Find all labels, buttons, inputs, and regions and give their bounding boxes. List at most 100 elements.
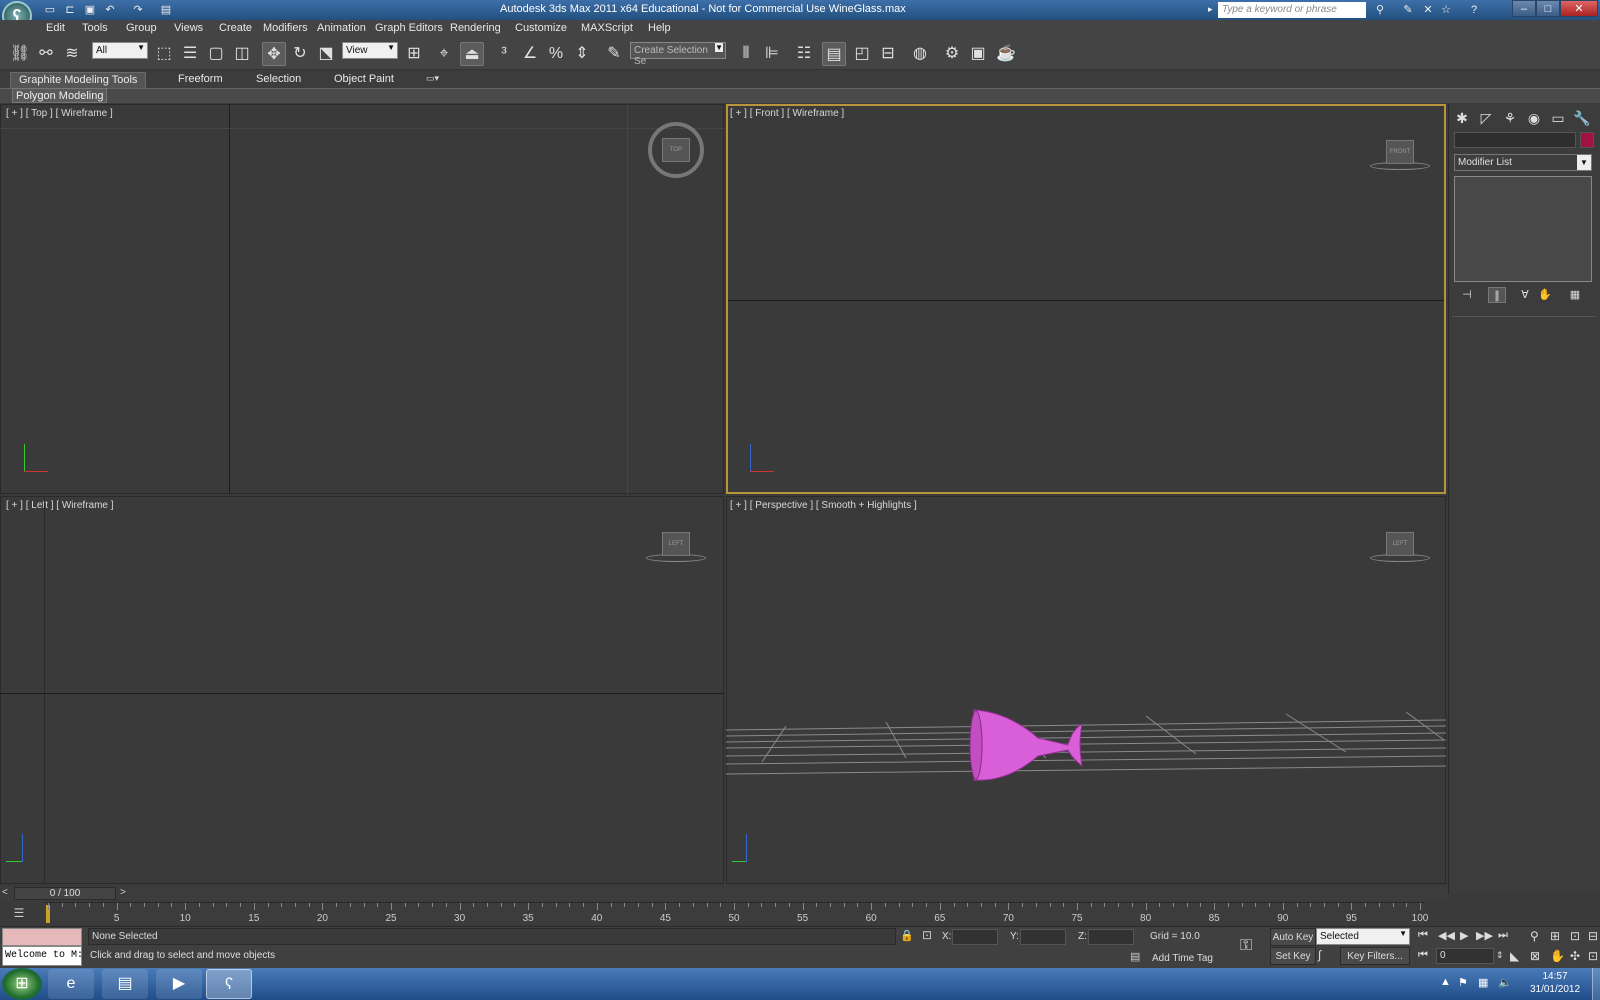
next-frame-icon[interactable]: > (120, 887, 126, 898)
make-unique-icon[interactable]: ∀ (1516, 287, 1534, 303)
menu-graph-editors[interactable]: Graph Editors (375, 22, 443, 34)
viewport-front[interactable] (726, 104, 1446, 494)
default-tangent-icon[interactable]: ∫ (1318, 948, 1321, 962)
named-selection-sets-dropdown[interactable]: Create Selection Se ▼ (630, 42, 726, 67)
bind-space-warp-icon[interactable]: ≋ (60, 42, 84, 66)
orbit-icon[interactable]: ✣ (1570, 949, 1580, 963)
spinner-snap-icon[interactable]: ⇕ (570, 42, 594, 66)
mirror-icon[interactable]: ⫴ (734, 42, 758, 66)
redo-icon[interactable]: ↷ (130, 2, 146, 18)
schematic-view-icon[interactable]: ⊟ (876, 42, 900, 66)
y-coordinate-field[interactable] (1020, 929, 1066, 945)
new-file-icon[interactable]: ▭ (42, 2, 58, 18)
front-viewcube[interactable]: FRONT (1386, 140, 1414, 164)
viewport-top-label[interactable]: [ + ] [ Top ] [ Wireframe ] (6, 108, 113, 119)
project-folder-icon[interactable]: ▤ (158, 2, 174, 18)
ribbon-options-icon[interactable]: ▭▾ (426, 73, 439, 84)
taskbar-clock[interactable]: 14:57 31/01/2012 (1520, 970, 1590, 996)
polygon-modeling-panel[interactable]: Polygon Modeling (12, 88, 108, 103)
time-slider[interactable]: 0 / 100 (14, 887, 116, 900)
zoom-icon[interactable]: ⚲ (1530, 929, 1539, 943)
window-crossing-icon[interactable]: ◫ (230, 42, 254, 66)
tab-selection[interactable]: Selection (248, 72, 309, 88)
viewport-perspective[interactable] (726, 496, 1446, 884)
utilities-tab-icon[interactable]: 🔧 (1572, 108, 1592, 128)
tab-object-paint[interactable]: Object Paint (326, 72, 402, 88)
menu-edit[interactable]: Edit (46, 22, 65, 34)
field-of-view-icon[interactable]: ◣ (1510, 949, 1519, 963)
play-icon[interactable]: ▶ (1460, 929, 1468, 942)
save-file-icon[interactable]: ▣ (82, 2, 98, 18)
action-center-flag-icon[interactable]: ⚑ (1458, 976, 1468, 989)
communication-center-icon[interactable]: ✕ (1420, 2, 1436, 18)
favorites-star-icon[interactable]: ☆ (1438, 2, 1454, 18)
track-bar[interactable]: 5 10 15 20 25 30 35 40 45 50 55 60 65 70 75 80 85 90 95 100 (44, 902, 1428, 924)
current-frame-field[interactable]: 0 (1436, 948, 1494, 964)
auto-key-button[interactable]: Auto Key (1270, 928, 1316, 946)
search-binoculars-icon[interactable]: ⚲ (1372, 2, 1388, 18)
curve-editor-icon[interactable]: ◰ (850, 42, 874, 66)
maximize-button[interactable]: □ (1536, 0, 1560, 17)
subscription-key-icon[interactable]: ✎ (1400, 2, 1416, 18)
graphite-toggle-icon[interactable]: ▤ (822, 42, 846, 66)
minimize-button[interactable]: – (1512, 0, 1536, 17)
next-key-icon[interactable]: ▶▶ (1476, 929, 1493, 942)
z-coordinate-field[interactable] (1088, 929, 1134, 945)
rendered-frame-window-icon[interactable]: ▣ (966, 42, 990, 66)
perspective-viewcube[interactable]: LEFT (1386, 532, 1414, 556)
rectangular-selection-icon[interactable]: ▢ (204, 42, 228, 66)
open-file-icon[interactable]: ⊏ (62, 2, 78, 18)
wine-glass-object[interactable] (968, 708, 1108, 782)
go-to-end-icon[interactable]: ⏭ (1498, 929, 1508, 942)
3ds-max-taskbar-icon[interactable]: ʕ (206, 969, 252, 999)
modifier-stack[interactable] (1454, 176, 1592, 282)
render-production-icon[interactable]: ☕ (994, 42, 1018, 66)
align-icon[interactable]: ⊫ (760, 42, 784, 66)
left-viewcube[interactable]: LEFT (662, 532, 690, 556)
menu-tools[interactable]: Tools (82, 22, 108, 34)
show-end-result-icon[interactable]: ∥ (1488, 287, 1506, 303)
select-object-icon[interactable]: ⬚ (152, 42, 176, 66)
zoom-extents-icon[interactable]: ⊡ (1570, 929, 1580, 943)
tab-freeform[interactable]: Freeform (170, 72, 231, 88)
maxscript-mini-listener[interactable] (2, 928, 82, 946)
edit-named-selection-icon[interactable]: ✎ (602, 42, 626, 66)
undo-icon[interactable]: ↶ (102, 2, 118, 18)
previous-frame-icon[interactable]: < (2, 887, 8, 898)
key-filters-button[interactable]: Key Filters... (1340, 947, 1410, 965)
show-desktop-button[interactable] (1592, 968, 1600, 1000)
keyboard-shortcut-override-icon[interactable]: ⏏ (460, 42, 484, 66)
viewport-top[interactable] (0, 104, 724, 494)
network-icon[interactable]: ▦ (1478, 976, 1488, 989)
select-and-move-icon[interactable]: ✥ (262, 42, 286, 66)
select-by-name-icon[interactable]: ☰ (178, 42, 202, 66)
show-hidden-icons-icon[interactable]: ▲ (1440, 976, 1451, 988)
maxscript-listener-output[interactable]: Welcome to M: (2, 946, 82, 966)
select-and-scale-icon[interactable]: ⬔ (314, 42, 338, 66)
object-color-swatch[interactable] (1580, 132, 1594, 148)
material-editor-icon[interactable]: ◍ (908, 42, 932, 66)
help-icon[interactable]: ? (1466, 2, 1482, 18)
menu-modifiers[interactable]: Modifiers (263, 22, 308, 34)
display-tab-icon[interactable]: ▭ (1548, 108, 1568, 128)
key-mode-dropdown[interactable]: Selected ▼ (1316, 928, 1410, 945)
search-expand-icon[interactable]: ▸ (1208, 4, 1213, 15)
percent-snap-icon[interactable]: % (544, 42, 568, 66)
volume-icon[interactable]: 🔈 (1498, 976, 1512, 989)
object-name-field[interactable] (1454, 132, 1576, 148)
select-and-rotate-icon[interactable]: ↻ (288, 42, 312, 66)
x-coordinate-field[interactable] (952, 929, 998, 945)
top-viewcube[interactable]: TOP (662, 138, 690, 162)
reference-coordinate-dropdown[interactable]: View ▼ (342, 42, 398, 59)
internet-explorer-icon[interactable]: e (48, 969, 94, 999)
selection-lock-icon[interactable]: 🔒 (900, 929, 914, 942)
time-tag-icon[interactable]: ▤ (1130, 950, 1140, 963)
layer-manager-icon[interactable]: ☷ (792, 42, 816, 66)
viewport-perspective-label[interactable]: [ + ] [ Perspective ] [ Smooth + Highlig… (730, 500, 917, 511)
menu-maxscript[interactable]: MAXScript (581, 22, 633, 34)
maximize-viewport-icon[interactable]: ⊡ (1588, 949, 1598, 963)
close-button[interactable]: ✕ (1560, 0, 1598, 17)
menu-animation[interactable]: Animation (317, 22, 366, 34)
zoom-all-icon[interactable]: ⊞ (1550, 929, 1560, 943)
hierarchy-tab-icon[interactable]: ⚘ (1500, 108, 1520, 128)
